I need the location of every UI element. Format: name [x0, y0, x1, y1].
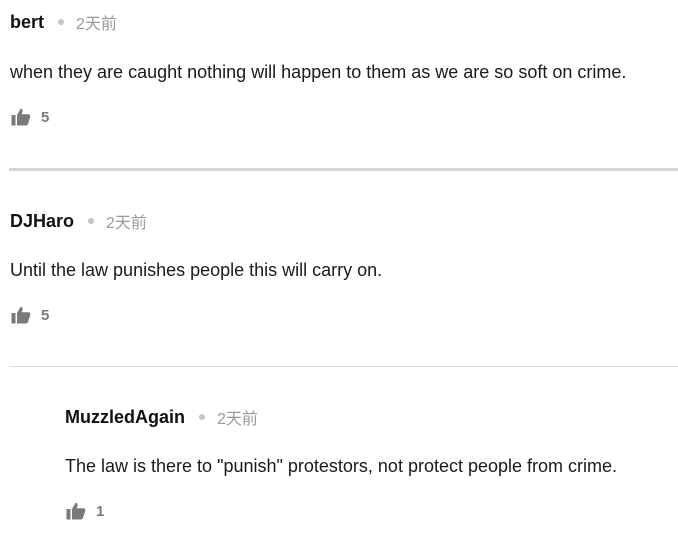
comment-header: bert 2天前: [10, 10, 117, 34]
comment-text: The law is there to "punish" protestors,…: [65, 456, 618, 476]
comment-author[interactable]: DJHaro: [10, 211, 74, 232]
comment-author[interactable]: MuzzledAgain: [65, 407, 185, 428]
comment-header: DJHaro 2天前: [10, 209, 147, 233]
separator-dot: [199, 414, 205, 420]
reply-divider: [9, 366, 678, 367]
separator-dot: [88, 218, 95, 224]
comment-header: MuzzledAgain 2天前: [65, 405, 258, 429]
comment-timestamp: 2天前: [106, 215, 147, 232]
like-count: 5: [41, 108, 50, 126]
thread-divider: [9, 168, 678, 171]
like-button[interactable]: 1: [66, 502, 104, 520]
thumbs-up-icon[interactable]: [11, 306, 31, 324]
like-button[interactable]: 5: [11, 306, 49, 324]
comment-timestamp: 2天前: [217, 411, 258, 428]
like-count: 5: [41, 306, 50, 324]
thumbs-up-icon[interactable]: [11, 108, 31, 126]
comment-text: when they are caught nothing will happen…: [10, 62, 627, 82]
like-button[interactable]: 5: [11, 108, 49, 126]
comment-timestamp: 2天前: [76, 16, 117, 33]
like-count: 1: [96, 502, 105, 520]
separator-dot: [58, 19, 65, 25]
comment-author[interactable]: bert: [10, 12, 44, 33]
comment-text: Until the law punishes people this will …: [10, 260, 383, 280]
thumbs-up-icon[interactable]: [66, 502, 86, 520]
